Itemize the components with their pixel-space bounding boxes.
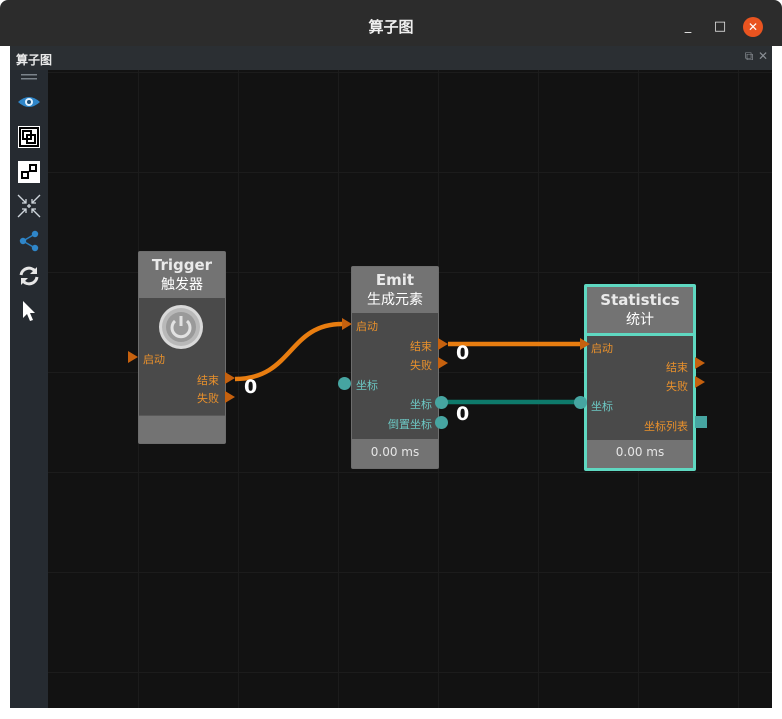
emit-in-start-label: 启动 — [356, 320, 378, 333]
emit-out-end-port[interactable] — [438, 338, 448, 350]
close-panel-icon[interactable]: ✕ — [756, 49, 770, 63]
operator-graph-panel: 算子图 ⧉ ✕ Trigger 触发器 启动 结束 失败 0 Emit 生成元素… — [10, 46, 772, 708]
stats-in-coord-port[interactable] — [574, 396, 587, 409]
refresh-icon[interactable] — [15, 262, 43, 290]
statistics-node-header: Statistics 统计 — [587, 287, 693, 333]
emit-out-inv-coord-label: 倒置坐标 — [388, 418, 432, 431]
statistics-node-body: 启动 结束 失败 坐标 坐标列表 — [587, 333, 693, 444]
trigger-emit-count: 0 — [244, 376, 258, 398]
fit-view-icon[interactable] — [15, 123, 43, 151]
window-titlebar[interactable]: 算子图 _ □ ✕ — [0, 0, 782, 46]
emit-node-body: 启动 结束 失败 坐标 坐标 倒置坐标 — [352, 313, 438, 439]
statistics-node-name: Statistics — [600, 291, 680, 309]
emit-out-end-label: 结束 — [410, 340, 432, 353]
stats-out-coord-list-label: 坐标列表 — [644, 420, 688, 433]
emit-in-coord-label: 坐标 — [356, 379, 378, 392]
emit-out-inv-coord-port[interactable] — [435, 416, 448, 429]
stats-in-start-port[interactable] — [580, 338, 590, 350]
app-window: 算子图 _ □ ✕ 算子图 ⧉ ✕ Trigger 触发器 启动 结束 失败 0… — [0, 0, 782, 719]
emit-in-coord-port[interactable] — [338, 377, 351, 390]
panel-header: 算子图 ⧉ ✕ — [10, 46, 772, 71]
emit-out-fail-label: 失败 — [410, 359, 432, 372]
stats-out-fail-label: 失败 — [666, 380, 688, 393]
trigger-node-subtitle: 触发器 — [161, 277, 203, 293]
trigger-out-end-label: 结束 — [197, 374, 219, 387]
graph-canvas[interactable]: Trigger 触发器 启动 结束 失败 0 Emit 生成元素 启动 结束 失… — [48, 70, 772, 708]
emit-node-header: Emit 生成元素 — [352, 267, 438, 313]
emit-out-coord-label: 坐标 — [410, 398, 432, 411]
pointer-icon[interactable] — [15, 297, 43, 325]
eye-icon[interactable] — [15, 88, 43, 116]
emit-coord-stats-count: 0 — [456, 403, 470, 425]
trigger-in-start-label: 启动 — [143, 353, 165, 366]
minimize-button[interactable]: _ — [678, 17, 698, 37]
stats-in-coord-label: 坐标 — [591, 400, 613, 413]
emit-stats-count: 0 — [456, 342, 470, 364]
share-graph-icon[interactable] — [15, 227, 43, 255]
emit-node-subtitle: 生成元素 — [367, 292, 423, 308]
trigger-node[interactable]: Trigger 触发器 启动 结束 失败 — [138, 251, 226, 444]
trigger-node-header: Trigger 触发器 — [139, 252, 225, 298]
graph-toolbar — [10, 70, 48, 708]
float-panel-icon[interactable]: ⧉ — [742, 49, 756, 63]
emit-in-start-port[interactable] — [342, 318, 352, 330]
statistics-node[interactable]: Statistics 统计 启动 结束 失败 坐标 坐标列表 0.00 ms — [584, 284, 696, 471]
emit-out-fail-port[interactable] — [438, 357, 448, 369]
panel-title: 算子图 — [16, 53, 53, 67]
trigger-node-body: 启动 结束 失败 — [139, 298, 225, 415]
trigger-out-end-port[interactable] — [225, 372, 235, 384]
drag-handle-icon[interactable] — [15, 70, 43, 84]
trigger-out-fail-label: 失败 — [197, 392, 219, 405]
stats-in-start-label: 启动 — [591, 342, 613, 355]
trigger-node-name: Trigger — [151, 256, 213, 274]
stats-out-end-label: 结束 — [666, 361, 688, 374]
power-button-icon[interactable] — [158, 304, 204, 350]
collapse-icon[interactable] — [15, 192, 43, 220]
stats-out-coord-list-port[interactable] — [695, 416, 707, 428]
exec-wire-trigger-emit — [234, 321, 343, 382]
maximize-button[interactable]: □ — [710, 17, 730, 37]
stats-out-end-port[interactable] — [695, 357, 705, 369]
close-button[interactable]: ✕ — [743, 17, 763, 37]
emit-out-coord-port[interactable] — [435, 396, 448, 409]
emit-node-footer: 0.00 ms — [352, 439, 438, 468]
emit-node-name: Emit — [375, 271, 415, 289]
statistics-node-footer: 0.00 ms — [587, 440, 693, 468]
stats-out-fail-port[interactable] — [695, 376, 705, 388]
trigger-out-fail-port[interactable] — [225, 391, 235, 403]
emit-node[interactable]: Emit 生成元素 启动 结束 失败 坐标 坐标 倒置坐标 0.00 ms — [351, 266, 439, 469]
statistics-node-subtitle: 统计 — [626, 312, 654, 328]
auto-layout-icon[interactable] — [15, 158, 43, 186]
trigger-node-footer — [139, 416, 225, 443]
trigger-in-start-port[interactable] — [128, 351, 138, 363]
